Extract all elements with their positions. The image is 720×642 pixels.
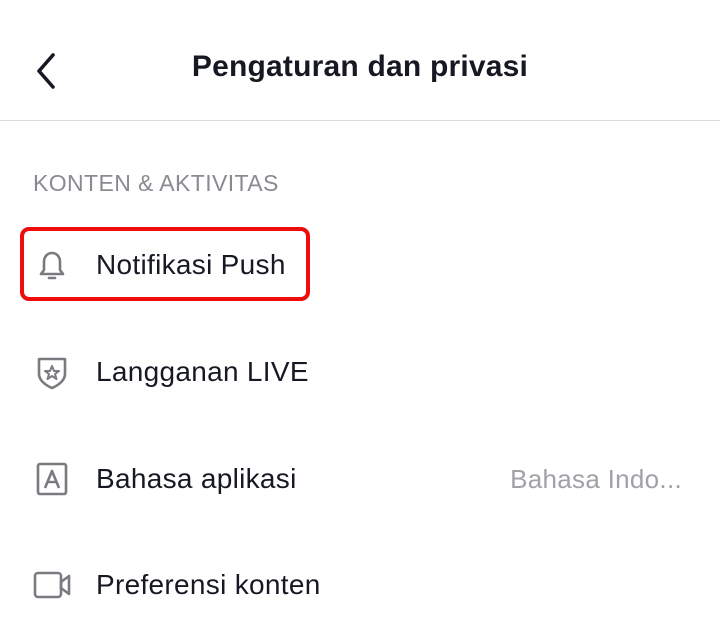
settings-item-label: Bahasa aplikasi <box>96 463 297 494</box>
settings-item-live-subscription[interactable]: Langganan LIVE <box>0 340 720 404</box>
page-title: Pengaturan dan privasi <box>191 50 529 83</box>
settings-item-value: Bahasa Indo... <box>510 463 682 494</box>
shield-star-icon <box>32 352 72 392</box>
settings-item-push-notifications[interactable]: Notifikasi Push <box>0 233 720 297</box>
bell-icon <box>32 245 72 285</box>
settings-item-content-preferences[interactable]: Preferensi konten <box>0 553 720 617</box>
language-a-icon <box>32 459 72 499</box>
settings-item-label: Preferensi konten <box>96 569 321 600</box>
settings-item-app-language[interactable]: Bahasa aplikasi Bahasa Indo... <box>0 447 720 511</box>
settings-item-label: Notifikasi Push <box>96 249 286 280</box>
top-bar: Pengaturan dan privasi <box>0 0 720 121</box>
section-title: KONTEN & AKTIVITAS <box>33 170 279 196</box>
settings-item-label: Langganan LIVE <box>96 356 309 387</box>
video-camera-icon <box>32 565 72 605</box>
